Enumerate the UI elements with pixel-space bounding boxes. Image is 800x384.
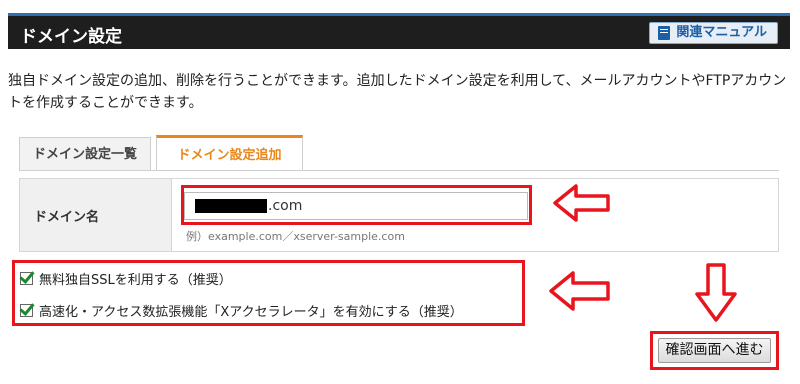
book-icon	[658, 26, 671, 40]
page-header: ドメイン設定 関連マニュアル	[8, 13, 790, 49]
page-description: 独自ドメイン設定の追加、削除を行うことができます。追加したドメイン設定を利用して…	[8, 73, 787, 111]
annotation-box-options	[12, 260, 525, 326]
arrow-down-icon	[695, 263, 737, 322]
page-title: ドメイン設定	[20, 27, 122, 47]
domain-hint: 例）example.com／xserver-sample.com	[186, 230, 405, 243]
arrow-left-icon	[549, 271, 610, 311]
tab-domain-add[interactable]: ドメイン設定追加	[156, 135, 303, 171]
tab-domain-list[interactable]: ドメイン設定一覧	[19, 137, 151, 171]
annotation-box-domain	[181, 185, 532, 225]
arrow-left-icon	[553, 184, 610, 222]
domain-name-label: ドメイン名	[20, 179, 172, 251]
tab-divider	[19, 170, 779, 171]
related-manual-button[interactable]: 関連マニュアル	[649, 22, 778, 44]
confirm-button[interactable]: 確認画面へ進む	[658, 338, 771, 363]
related-manual-label: 関連マニュアル	[676, 25, 767, 40]
